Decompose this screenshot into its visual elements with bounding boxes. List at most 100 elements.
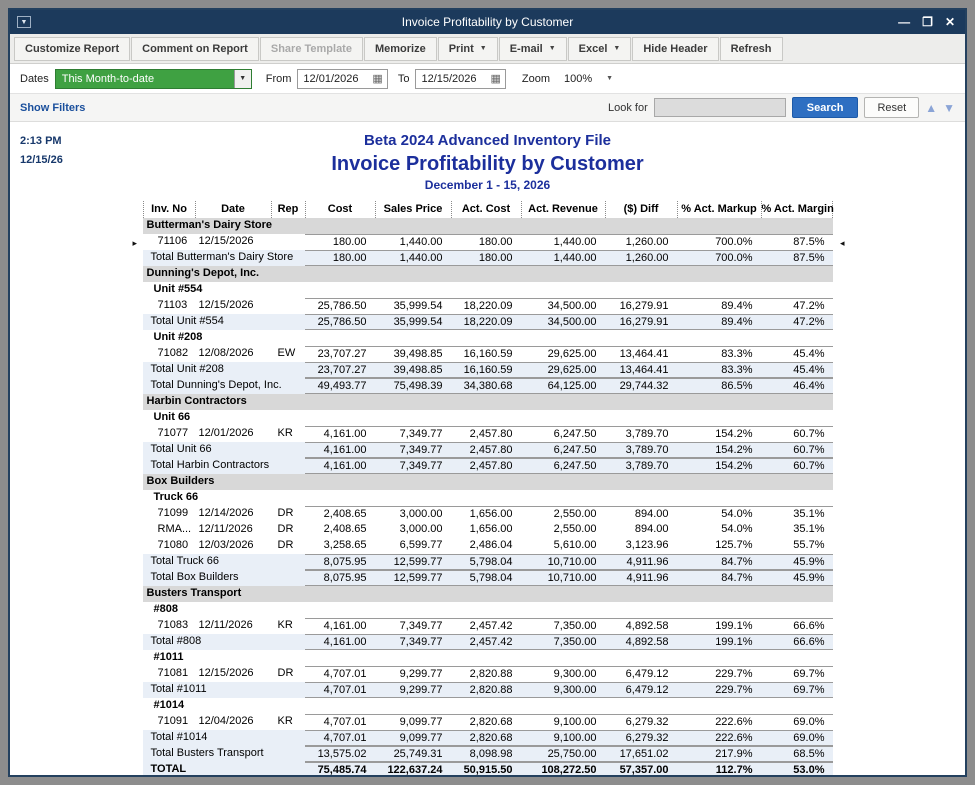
chevron-down-icon[interactable]: ▼ [480,45,487,52]
arrow-up-icon[interactable]: ▲ [925,102,937,114]
job-subgroup-label: Unit #554 [143,282,833,298]
value-cell: 25,786.50 [305,298,375,314]
value-cell: 6,279.32 [605,714,677,730]
table-row[interactable]: RMA...12/11/2026DR2,408.653,000.001,656.… [143,522,833,538]
table-row[interactable]: 7109912/14/2026DR2,408.653,000.001,656.0… [143,506,833,522]
column-header[interactable]: Inv. No [143,201,195,218]
value-cell: 229.7% [677,682,761,698]
value-cell: 4,161.00 [305,618,375,634]
comment-on-report-button[interactable]: Comment on Report [131,37,259,61]
table-row[interactable]: 7108012/03/2026DR3,258.656,599.772,486.0… [143,538,833,554]
value-cell: 7,349.77 [375,634,451,650]
minimize-icon[interactable]: — [898,16,910,28]
look-for-input[interactable] [654,98,786,117]
chevron-down-icon[interactable]: ▼ [549,45,556,52]
value-cell: 894.00 [605,522,677,538]
value-cell: 49,493.77 [305,378,375,394]
invoice-number-cell: 71091 [143,714,195,730]
value-cell: 4,161.00 [305,426,375,442]
zoom-select[interactable]: Zoom 100% ▼ [516,69,619,89]
chevron-down-icon[interactable]: ▼ [234,70,251,88]
value-cell: 1,656.00 [451,522,521,538]
column-header[interactable]: % Act. Margin [761,201,833,218]
report-toolbar: Customize Report Comment on Report Share T… [10,34,965,64]
report-table: Inv. NoDateRepCostSales PriceAct. CostAc… [143,201,833,775]
value-cell: 7,350.00 [521,634,605,650]
arrow-down-icon[interactable]: ▼ [943,102,955,114]
value-cell: 18,220.09 [451,314,521,330]
column-header[interactable]: Rep [271,201,305,218]
value-cell: 23,707.27 [305,346,375,362]
column-header[interactable]: Sales Price [375,201,451,218]
table-row[interactable]: 7108212/08/2026EW23,707.2739,498.8516,16… [143,346,833,362]
button-label: Share Template [271,43,352,55]
table-row: Total Dunning's Depot, Inc.49,493.7775,4… [143,378,833,394]
calendar-icon[interactable]: ▦ [486,72,504,85]
value-cell: 1,440.00 [375,250,451,266]
invoice-number-cell: 71103 [143,298,195,314]
date-range-select[interactable]: This Month-to-date ▼ [55,69,252,89]
close-icon[interactable]: ✕ [945,16,955,28]
date-filter-bar: Dates This Month-to-date ▼ From ▦ To ▦ Z… [10,64,965,94]
rep-cell: KR [271,714,305,730]
customer-group-label: Box Builders [143,474,833,490]
to-date-input[interactable] [416,73,486,85]
chevron-down-icon[interactable]: ▼ [613,45,620,52]
table-row: Truck 66 [143,490,833,506]
value-cell: 66.6% [761,634,833,650]
table-row[interactable]: 7110612/15/2026180.001,440.00180.001,440… [143,234,833,250]
value-cell: 3,000.00 [375,506,451,522]
value-cell: 180.00 [305,234,375,250]
invoice-number-cell: 71083 [143,618,195,634]
button-label: Comment on Report [142,43,248,55]
chevron-down-icon[interactable]: ▼ [606,75,613,82]
value-cell: 4,707.01 [305,666,375,682]
table-row[interactable]: 7108112/15/2026DR4,707.019,299.772,820.8… [143,666,833,682]
column-header[interactable]: Cost [305,201,375,218]
invoice-number-cell: 71099 [143,506,195,522]
column-header[interactable]: % Act. Markup [677,201,761,218]
value-cell: 2,457.80 [451,426,521,442]
value-cell: 60.7% [761,426,833,442]
look-for-label: Look for [608,102,648,114]
table-row: Total Truck 668,075.9512,599.775,798.041… [143,554,833,570]
value-cell: 39,498.85 [375,346,451,362]
column-header[interactable]: Date [195,201,271,218]
table-row[interactable]: 7110312/15/202625,786.5035,999.5418,220.… [143,298,833,314]
column-header[interactable]: Act. Revenue [521,201,605,218]
column-header[interactable]: Act. Cost [451,201,521,218]
memorize-button[interactable]: Memorize [364,37,437,61]
table-row: Total Unit #55425,786.5035,999.5418,220.… [143,314,833,330]
table-row[interactable]: 7108312/11/2026KR4,161.007,349.772,457.4… [143,618,833,634]
table-row[interactable]: 7107712/01/2026KR4,161.007,349.772,457.8… [143,426,833,442]
report-subtitle: December 1 - 15, 2026 [10,177,965,194]
hide-header-button[interactable]: Hide Header [632,37,718,61]
value-cell: 13,575.02 [305,746,375,762]
value-cell: 9,300.00 [521,682,605,698]
value-cell: 10,710.00 [521,570,605,586]
excel-button[interactable]: Excel▼ [568,37,632,61]
value-cell: 47.2% [761,298,833,314]
refresh-button[interactable]: Refresh [720,37,783,61]
value-cell: 1,440.00 [521,250,605,266]
print-button[interactable]: Print▼ [438,37,498,61]
value-cell: 4,161.00 [305,634,375,650]
value-cell: 6,247.50 [521,458,605,474]
table-row[interactable]: 7109112/04/2026KR4,707.019,099.772,820.6… [143,714,833,730]
e-mail-button[interactable]: E-mail▼ [499,37,567,61]
from-date-input[interactable] [298,73,368,85]
value-cell: 154.2% [677,442,761,458]
maximize-icon[interactable]: ❐ [922,16,933,28]
search-button[interactable]: Search [792,97,859,118]
value-cell: 4,707.01 [305,730,375,746]
table-row: Total Box Builders8,075.9512,599.775,798… [143,570,833,586]
table-row: Total Harbin Contractors4,161.007,349.77… [143,458,833,474]
value-cell: 2,457.42 [451,618,521,634]
value-cell: 217.9% [677,746,761,762]
calendar-icon[interactable]: ▦ [368,72,386,85]
invoice-number-cell: 71077 [143,426,195,442]
customize-report-button[interactable]: Customize Report [14,37,130,61]
show-filters-link[interactable]: Show Filters [20,102,85,114]
column-header[interactable]: ($) Diff [605,201,677,218]
reset-button[interactable]: Reset [864,97,919,118]
